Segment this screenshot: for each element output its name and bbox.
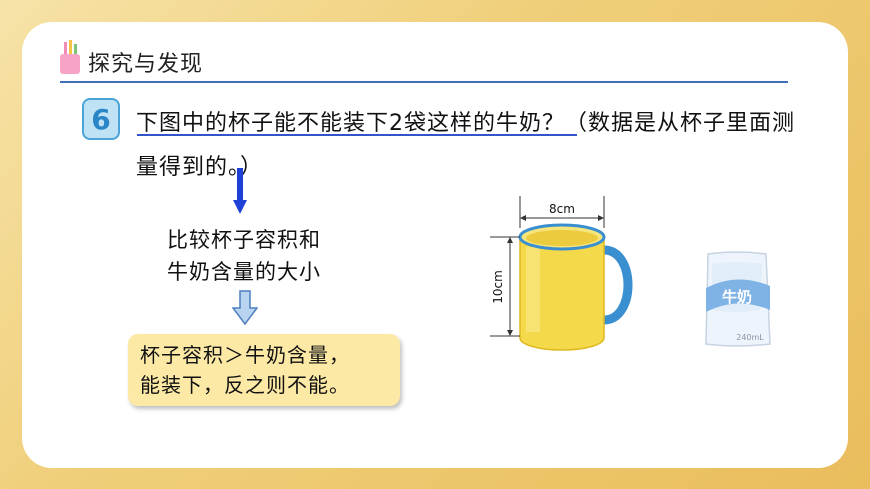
milk-volume: 240mL: [736, 333, 764, 342]
cup-illustration: 8cm 10cm: [490, 196, 633, 351]
milk-bag-illustration: 牛奶 240mL: [705, 251, 771, 347]
analysis-line-2: 牛奶含量的大小: [167, 260, 321, 284]
hollow-down-arrow-icon: [232, 290, 258, 326]
conclusion-line-2: 能装下，反之则不能。: [140, 373, 350, 397]
conclusion-line-1: 杯子容积＞牛奶含量，: [140, 343, 350, 367]
cup-diameter-label: 8cm: [549, 202, 575, 216]
cup-height-label: 10cm: [491, 270, 505, 304]
question-number-badge: 6: [82, 98, 120, 140]
header-divider: [60, 81, 788, 83]
conclusion-box: 杯子容积＞牛奶含量， 能装下，反之则不能。: [128, 334, 400, 406]
milk-label: 牛奶: [722, 288, 752, 306]
analysis-text: 比较杯子容积和 牛奶含量的大小: [167, 224, 321, 288]
analysis-line-1: 比较杯子容积和: [167, 228, 321, 252]
down-arrow-icon: [233, 168, 247, 214]
section-title: 探究与发现: [88, 52, 204, 77]
question-underline: [137, 134, 577, 136]
pencil-cup-icon: [60, 40, 80, 74]
